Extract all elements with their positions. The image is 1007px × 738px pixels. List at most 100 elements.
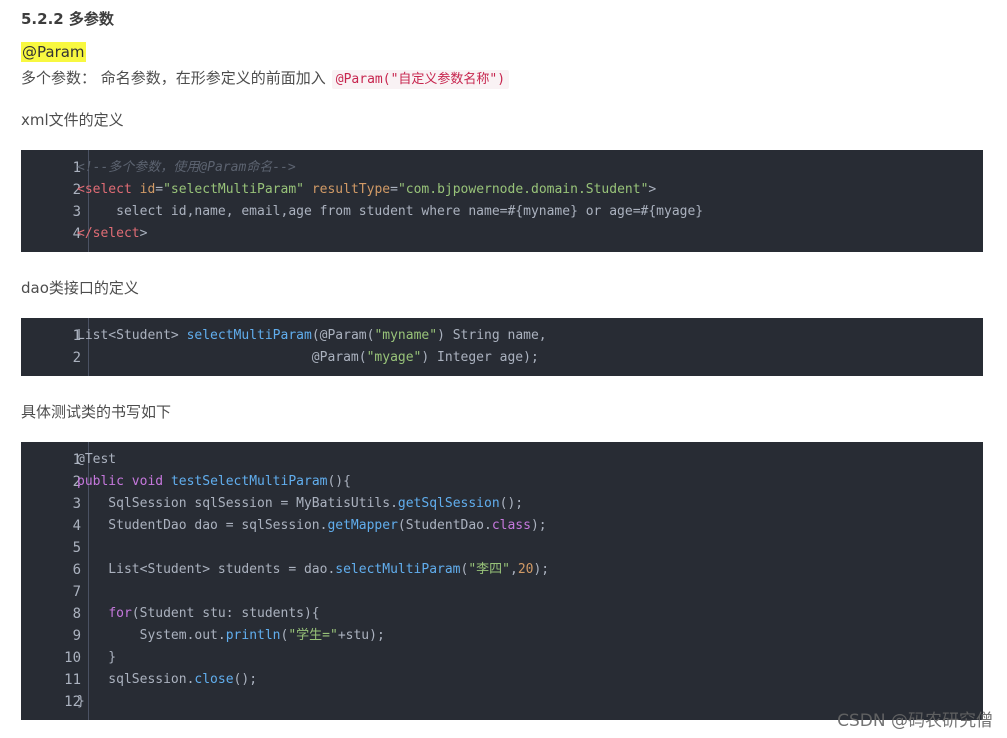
code-token: +stu); xyxy=(337,628,385,643)
code-token: = xyxy=(390,182,398,197)
code-token: (){ xyxy=(327,474,351,489)
dao-code-block: 1 List<Student> selectMultiParam(@Param("… xyxy=(21,318,983,376)
code-token: select id,name, email,age from student w… xyxy=(77,204,704,219)
dao-section-label: dao类接口的定义 xyxy=(21,279,139,297)
code-token: (); xyxy=(233,672,258,687)
section-heading: 5.2.2 多参数 xyxy=(21,10,114,28)
code-token: = xyxy=(155,182,164,197)
code-token: (StudentDao. xyxy=(397,518,492,533)
code-text: List<Student> students = dao.selectMulti… xyxy=(77,559,549,581)
code-line: 2 <select id="selectMultiParam" resultTyp… xyxy=(21,179,983,201)
code-text: System.out.println("学生="+stu); xyxy=(77,625,385,647)
code-text: @Param("myage") Integer age); xyxy=(77,347,539,369)
line-number: 2 xyxy=(72,474,81,490)
code-token: , xyxy=(510,562,518,577)
code-text: sqlSession.close(); xyxy=(77,669,257,691)
line-number: 2 xyxy=(72,350,81,366)
line-number: 6 xyxy=(72,562,81,578)
code-token: class xyxy=(491,518,531,533)
code-text: } xyxy=(77,691,85,713)
code-text: </select> xyxy=(77,223,147,245)
line-number: 10 xyxy=(64,650,81,666)
code-token: > xyxy=(648,182,657,197)
code-token: </select xyxy=(77,226,140,241)
code-token: StudentDao dao = sqlSession. xyxy=(77,518,328,533)
code-token: testSelectMultiParam xyxy=(170,474,328,489)
code-text: <select id="selectMultiParam" resultType… xyxy=(77,179,656,201)
code-token: } xyxy=(77,694,85,709)
xml-code-block: 1 <!--多个参数，使用@Param命名--> 2 <select id="sele… xyxy=(21,150,983,252)
code-token: selectMultiParam xyxy=(186,328,312,343)
code-token: <!--多个参数，使用@Param命名--> xyxy=(77,160,296,175)
code-text: StudentDao dao = sqlSession.getMapper(St… xyxy=(77,515,547,537)
code-token: close xyxy=(194,672,234,687)
inline-code-param: @Param("自定义参数名称") xyxy=(331,70,510,89)
code-token: (@Param( xyxy=(311,328,375,343)
code-token: (Student stu: students){ xyxy=(131,606,320,621)
highlighted-annotation-text: @Param xyxy=(21,42,86,62)
code-text: select id,name, email,age from student w… xyxy=(77,201,703,223)
code-line: 5 xyxy=(21,537,983,559)
line-number: 1 xyxy=(72,328,81,344)
code-line: 3 select id,name, email,age from student… xyxy=(21,201,983,223)
code-token: "selectMultiParam" xyxy=(163,182,304,197)
code-text: List<Student> selectMultiParam(@Param("m… xyxy=(77,325,547,347)
test-section-label: 具体测试类的书写如下 xyxy=(21,403,172,421)
xml-section-label: xml文件的定义 xyxy=(21,111,124,129)
code-text: SqlSession sqlSession = MyBatisUtils.get… xyxy=(77,493,523,515)
code-token: ) Integer age); xyxy=(421,350,539,365)
code-line: 2 @Param("myage") Integer age); xyxy=(21,347,983,369)
line-number: 8 xyxy=(72,606,81,622)
code-token: (); xyxy=(499,496,524,511)
code-text: } xyxy=(77,647,116,669)
code-token: "myname" xyxy=(374,328,438,343)
line-number: 2 xyxy=(72,182,81,198)
code-token: @Test xyxy=(77,452,117,467)
line-number: 1 xyxy=(72,452,81,468)
line-number: 9 xyxy=(72,628,81,644)
code-line: 10 } xyxy=(21,647,983,669)
code-token: > xyxy=(139,226,148,241)
code-text: for(Student stu: students){ xyxy=(77,603,320,625)
code-token: println xyxy=(225,628,281,643)
code-token: List<Student> students = dao. xyxy=(77,562,336,577)
code-token: List<Student> xyxy=(77,328,187,343)
line-number: 7 xyxy=(72,584,81,600)
line-number: 12 xyxy=(64,694,81,710)
code-token: SqlSession sqlSession = MyBatisUtils. xyxy=(77,496,398,511)
code-token: System.out. xyxy=(77,628,226,643)
code-token: for xyxy=(108,606,132,621)
line-number: 3 xyxy=(72,204,81,220)
line-number: 5 xyxy=(72,540,81,556)
code-token: 20 xyxy=(517,562,534,577)
code-token: ); xyxy=(530,518,547,533)
code-line: 9 System.out.println("学生="+stu); xyxy=(21,625,983,647)
code-token: "李四" xyxy=(468,562,510,577)
csdn-watermark: CSDN @码农研究僧 xyxy=(837,711,993,731)
code-line: 3 SqlSession sqlSession = MyBatisUtils.g… xyxy=(21,493,983,515)
code-text: @Test xyxy=(77,449,116,471)
line-number: 1 xyxy=(72,160,81,176)
code-token: ); xyxy=(533,562,550,577)
code-line: 8 for(Student stu: students){ xyxy=(21,603,983,625)
intro-text: 多个参数： 命名参数，在形参定义的前面加入 xyxy=(21,69,326,87)
code-token: getMapper xyxy=(327,518,398,533)
code-line: 1 List<Student> selectMultiParam(@Param("… xyxy=(21,325,983,347)
code-token: "myage" xyxy=(366,350,422,365)
code-line: 1 <!--多个参数，使用@Param命名--> xyxy=(21,157,983,179)
code-line: 4 </select> xyxy=(21,223,983,245)
code-token: <select xyxy=(77,182,132,197)
code-line: 11 sqlSession.close(); xyxy=(21,669,983,691)
test-code-block: 1 @Test 2 public void testSelectMultiParam(… xyxy=(21,442,983,720)
code-line: 1 @Test xyxy=(21,449,983,471)
line-number: 4 xyxy=(72,226,81,242)
code-token: "com.bjpowernode.domain.Student" xyxy=(397,182,649,197)
code-token: getSqlSession xyxy=(397,496,500,511)
code-token: sqlSession. xyxy=(77,672,195,687)
code-token: selectMultiParam xyxy=(335,562,461,577)
